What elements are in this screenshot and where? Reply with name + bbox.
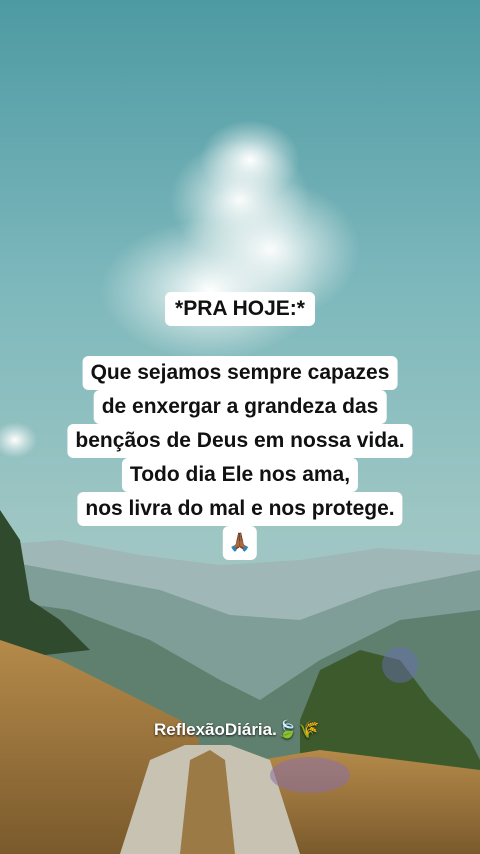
message-line-1: Que sejamos sempre capazes: [82, 356, 398, 390]
message-line-5: nos livra do mal e nos protege.: [77, 492, 403, 526]
caption-label: ReflexãoDiária.: [154, 720, 277, 739]
message-line-3: bençãos de Deus em nossa vida.: [67, 424, 413, 458]
message-line-2: de enxergar a grandeza das: [93, 390, 387, 424]
leaf-icon: 🍃🌾: [276, 720, 320, 740]
caption-text: ReflexãoDiária.🍃🌾: [154, 720, 319, 740]
message-line-4: Todo dia Ele nos ama,: [121, 458, 359, 492]
heading-label: *PRA HOJE:*: [165, 292, 315, 326]
prayer-hands-icon: 🙏🏾: [222, 526, 258, 560]
